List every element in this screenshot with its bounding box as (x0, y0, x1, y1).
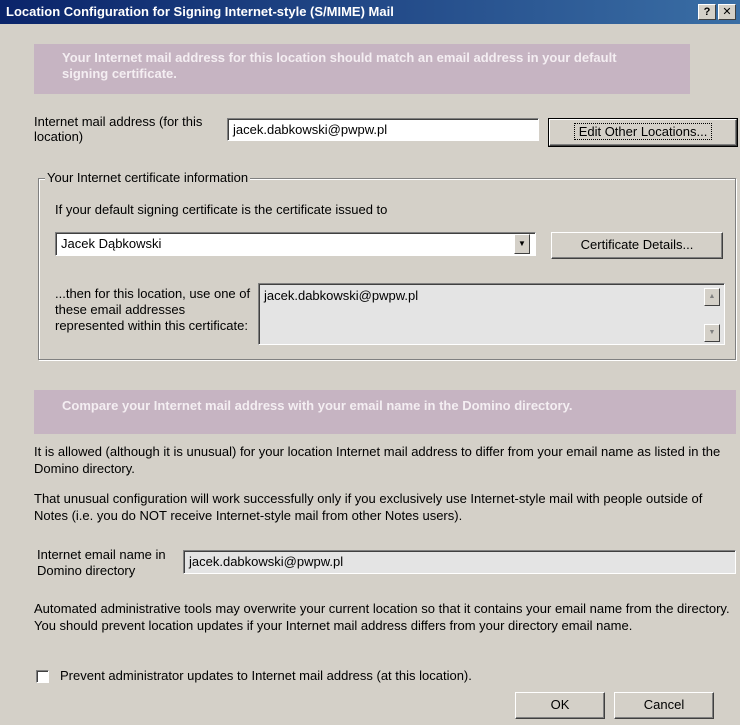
certificate-intro-text: If your default signing certificate is t… (55, 202, 388, 217)
signing-info-banner: Your Internet mail address for this loca… (34, 44, 690, 94)
close-button[interactable]: ✕ (718, 4, 736, 20)
certificate-issued-to-select[interactable]: Jacek Dąbkowski (55, 232, 536, 256)
domino-compare-banner: Compare your Internet mail address with … (34, 390, 736, 434)
prevent-updates-label[interactable]: Prevent administrator updates to Interne… (60, 668, 472, 683)
chevron-down-icon[interactable]: ▼ (514, 234, 530, 254)
cancel-button[interactable]: Cancel (614, 692, 714, 719)
edit-other-locations-label: Edit Other Locations... (573, 123, 713, 140)
unusual-allowed-text: It is allowed (although it is unusual) f… (34, 444, 721, 476)
certificate-addresses-label: ...then for this location, use one of th… (55, 286, 251, 333)
admin-tools-text: Automated administrative tools may overw… (34, 601, 730, 633)
certificate-addresses-list[interactable]: jacek.dabkowski@pwpw.pl (258, 283, 725, 345)
scroll-up-icon[interactable]: ▲ (704, 288, 720, 306)
scroll-down-icon[interactable]: ▼ (704, 324, 720, 342)
domino-name-field: jacek.dabkowski@pwpw.pl (183, 550, 736, 574)
certificate-details-button[interactable]: Certificate Details... (551, 232, 723, 259)
window-title: Location Configuration for Signing Inter… (6, 4, 394, 19)
list-item[interactable]: jacek.dabkowski@pwpw.pl (264, 288, 719, 303)
certificate-group-legend: Your Internet certificate information (45, 170, 251, 185)
internet-address-label: Internet mail address (for this location… (34, 114, 203, 144)
title-bar: Location Configuration for Signing Inter… (0, 0, 740, 24)
internet-address-input[interactable]: jacek.dabkowski@pwpw.pl (227, 118, 539, 141)
domino-name-label: Internet email name in Domino directory (37, 547, 166, 578)
prevent-updates-checkbox[interactable] (36, 670, 49, 683)
certificate-issued-to-value: Jacek Dąbkowski (61, 236, 162, 251)
help-button[interactable]: ? (698, 4, 716, 20)
edit-other-locations-button[interactable]: Edit Other Locations... (548, 118, 738, 147)
banner-text: Your Internet mail address for this loca… (62, 50, 617, 81)
ok-button[interactable]: OK (515, 692, 605, 719)
banner-text: Compare your Internet mail address with … (62, 398, 573, 413)
unusual-config-text: That unusual configuration will work suc… (34, 491, 703, 523)
